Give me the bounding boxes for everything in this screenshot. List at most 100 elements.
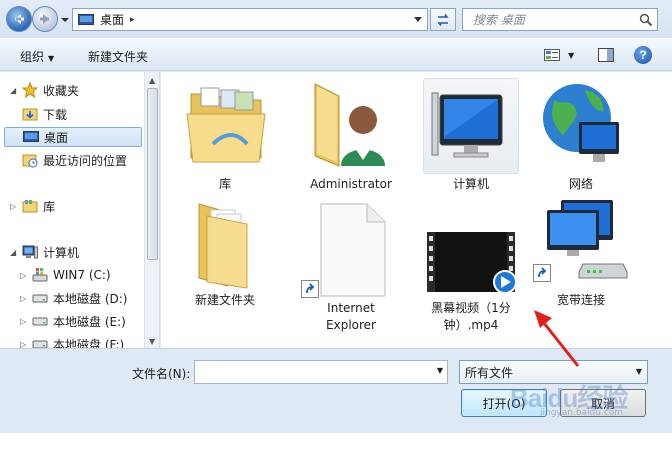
expand-arrow-icon[interactable]: ▷ — [10, 202, 20, 211]
nav-favorites-label: 收藏夹 — [43, 83, 80, 98]
search-placeholder[interactable]: 搜索 桌面 — [473, 11, 525, 28]
expand-arrow-icon[interactable]: ▷ — [20, 294, 30, 303]
nav-drive-f[interactable]: ▷ 本地磁盘 (F:) — [20, 334, 124, 348]
file-item-administrator-label: Administrator — [310, 177, 392, 191]
file-item-new-folder-label: 新建文件夹 — [194, 293, 255, 307]
nav-downloads[interactable]: 下载 — [22, 104, 67, 124]
file-item-video-line2: 钟）.mp4 — [443, 318, 499, 332]
file-item-video[interactable]: 黑幕视频（1分 钟）.mp4 — [419, 202, 523, 334]
chevron-down-icon: ▼ — [48, 54, 55, 63]
search-box[interactable]: 搜索 桌面 — [462, 8, 658, 31]
recent-places-icon — [22, 152, 38, 168]
scroll-up-icon[interactable]: ▲ — [149, 76, 155, 85]
nav-drive-c[interactable]: ▷ WIN7 (C:) — [20, 265, 111, 285]
change-view-icon[interactable] — [544, 49, 560, 61]
star-icon — [22, 82, 38, 98]
user-folder-icon — [303, 78, 399, 174]
nav-drive-c-label: WIN7 (C:) — [53, 268, 111, 282]
file-item-network[interactable]: 网络 — [529, 78, 633, 193]
file-list: 库 Administrator 计算机 网络 新建文件夹 Internet Ex… — [161, 72, 672, 348]
network-globe-icon — [533, 78, 629, 174]
filename-label: 文件名(N): — [132, 367, 191, 381]
watermark-url: jingyan.baidu.com — [540, 408, 624, 418]
nav-drive-d[interactable]: ▷ 本地磁盘 (D:) — [20, 288, 127, 308]
chevron-down-icon[interactable]: ▼ — [636, 367, 642, 376]
file-item-computer-label: 计算机 — [452, 177, 489, 191]
file-item-libraries[interactable]: 库 — [173, 78, 277, 193]
filename-history-dropdown[interactable]: ▼ — [437, 366, 443, 375]
nav-drive-e-label: 本地磁盘 (E:) — [53, 314, 126, 329]
breadcrumb-separator-icon[interactable]: ▸ — [130, 15, 135, 25]
expand-arrow-icon[interactable]: ▷ — [20, 317, 30, 326]
windows-drive-icon — [32, 267, 48, 283]
command-bar: 组织 ▼ 新建文件夹 ▼ ? — [0, 38, 672, 71]
nav-libraries[interactable]: ▷ 库 — [10, 196, 55, 216]
scroll-thumb[interactable] — [147, 88, 158, 260]
drive-icon — [32, 336, 48, 348]
back-button[interactable] — [6, 6, 32, 32]
address-row: 桌面 ▸ 搜索 桌面 — [0, 0, 672, 38]
desktop-icon — [78, 13, 94, 25]
broadband-connection-icon — [533, 194, 629, 290]
shortcut-arrow-icon — [301, 280, 319, 298]
file-item-network-label: 网络 — [568, 177, 593, 191]
desktop-icon — [23, 129, 39, 145]
navigation-pane: ◢ 收藏夹 下载 桌面 最近访问的位置 ▷ 库 ◢ 计算机 ▷ WIN7 (C:… — [0, 72, 160, 348]
collapse-arrow-icon[interactable]: ◢ — [10, 86, 20, 95]
file-item-new-folder[interactable]: 新建文件夹 — [173, 194, 277, 309]
chevron-down-icon — [414, 16, 422, 22]
nav-computer[interactable]: ◢ 计算机 — [10, 242, 79, 262]
scroll-down-icon[interactable]: ▼ — [149, 337, 155, 346]
file-item-internet-explorer-line1: Internet — [327, 301, 375, 315]
file-item-video-label: 黑幕视频（1分 钟）.mp4 — [419, 300, 523, 334]
preview-pane-icon[interactable] — [598, 48, 614, 62]
collapse-arrow-icon[interactable]: ◢ — [10, 248, 20, 257]
refresh-button[interactable] — [430, 8, 456, 31]
help-icon[interactable]: ? — [634, 46, 652, 64]
video-file-icon — [423, 202, 519, 298]
refresh-icon — [437, 13, 449, 26]
nav-recent-places-label: 最近访问的位置 — [43, 153, 128, 168]
file-item-internet-explorer-line2: Explorer — [326, 318, 376, 332]
file-item-administrator[interactable]: Administrator — [299, 78, 403, 193]
file-item-internet-explorer-label: Internet Explorer — [299, 300, 403, 334]
search-icon[interactable] — [639, 13, 653, 27]
forward-arrow-icon — [40, 14, 49, 24]
forward-button[interactable] — [32, 6, 58, 32]
expand-arrow-icon[interactable]: ▷ — [20, 271, 30, 280]
shortcut-file-icon — [301, 202, 399, 298]
drive-icon — [32, 313, 48, 329]
file-item-video-line1: 黑幕视频（1分 — [431, 301, 511, 315]
library-icon — [22, 198, 38, 214]
bottom-strip — [0, 433, 672, 450]
shortcut-arrow-icon — [533, 264, 551, 282]
filename-input[interactable]: ▼ — [194, 360, 448, 384]
file-item-internet-explorer[interactable]: Internet Explorer — [299, 202, 403, 334]
new-folder-button[interactable]: 新建文件夹 — [88, 48, 148, 65]
organize-menu[interactable]: 组织 ▼ — [20, 48, 54, 65]
nav-desktop[interactable]: 桌面 — [4, 127, 142, 147]
back-arrow-icon — [15, 14, 24, 24]
file-item-broadband-label: 宽带连接 — [556, 293, 605, 307]
nav-recent-places[interactable]: 最近访问的位置 — [22, 150, 127, 170]
filetype-value[interactable]: 所有文件 — [465, 364, 513, 381]
file-item-libraries-label: 库 — [218, 177, 231, 191]
nav-drive-d-label: 本地磁盘 (D:) — [53, 291, 128, 306]
organize-label[interactable]: 组织 — [20, 50, 44, 64]
address-bar[interactable]: 桌面 ▸ — [72, 8, 428, 31]
nav-scrollbar[interactable]: ▲ ▼ — [144, 72, 159, 348]
nav-libraries-label: 库 — [43, 199, 56, 214]
nav-computer-label: 计算机 — [43, 245, 80, 260]
nav-favorites[interactable]: ◢ 收藏夹 — [10, 80, 79, 100]
view-options-dropdown[interactable]: ▼ — [568, 51, 574, 60]
recent-pages-dropdown[interactable] — [60, 14, 70, 24]
address-dropdown[interactable] — [409, 9, 427, 30]
chevron-down-icon — [61, 18, 69, 22]
file-item-broadband[interactable]: 宽带连接 — [529, 194, 633, 309]
address-location[interactable]: 桌面 — [100, 11, 124, 28]
expand-arrow-icon[interactable]: ▷ — [20, 340, 30, 349]
file-item-computer[interactable]: 计算机 — [419, 78, 523, 193]
folder-icon — [177, 194, 273, 290]
nav-drive-e[interactable]: ▷ 本地磁盘 (E:) — [20, 311, 126, 331]
nav-desktop-label: 桌面 — [44, 130, 69, 145]
